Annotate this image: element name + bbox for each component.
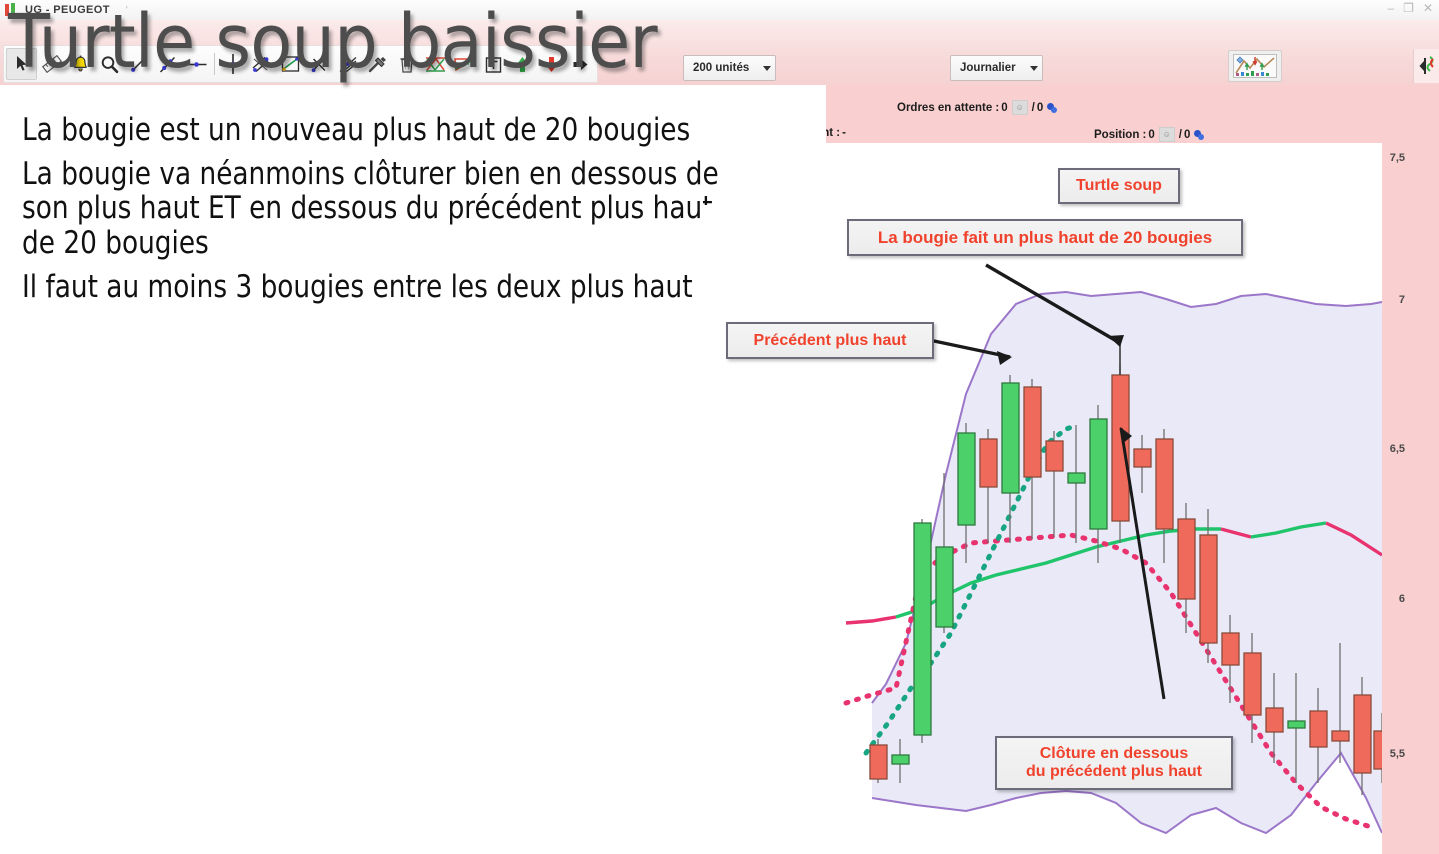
overlay-patch (700, 205, 862, 247)
position-dot-icon (1193, 129, 1205, 141)
timeframe-dropdown-value: Journalier (960, 62, 1016, 74)
position-label: Position : (1094, 128, 1147, 141)
price-axis-tick: 7 (1398, 294, 1405, 306)
chart-analysis-button[interactable] (1228, 50, 1282, 82)
slide-title: Turtle soup baissier (8, 0, 658, 85)
amount-value: - (842, 127, 846, 139)
pending-orders-separator: / (1031, 101, 1035, 114)
timeframe-dropdown[interactable]: Journalier (950, 55, 1043, 81)
position-separator: / (1178, 128, 1182, 141)
callout-previous-high: Précédent plus haut (726, 322, 934, 359)
application-window: UG - PEUGEOT ' – ❐ ✕ 200 unités Journali… (0, 0, 1439, 854)
callout-new-high: La bougie fait un plus haut de 20 bougie… (847, 219, 1243, 256)
pending-orders-count: 0 (1001, 101, 1008, 114)
slide-bullet: La bougie est un nouveau plus haut de 20… (22, 112, 691, 148)
price-axis: 7,5 7 6,5 6 5,5 (1382, 143, 1439, 854)
slide-bullet: La bougie va néanmoins clôturer bien en … (22, 155, 719, 262)
slide-body: La bougie est un nouveau plus haut de 20… (22, 113, 719, 314)
pending-orders-label: Ordres en attente : (897, 101, 1000, 114)
pending-orders-open: 0 (1036, 101, 1044, 114)
pending-orders-info: Ordres en attente : 0 ☺ / 0 (897, 100, 1058, 115)
slide-bullet: Il faut au moins 3 bougies entre les deu… (22, 268, 693, 305)
overlay-patch (576, 470, 722, 516)
callout-turtle-soup: Turtle soup (1058, 168, 1180, 204)
window-controls: – ❐ ✕ (1387, 2, 1433, 14)
side-panel-button[interactable] (1413, 49, 1439, 83)
chevron-down-icon (1029, 65, 1038, 71)
restore-button[interactable]: ❐ (1403, 2, 1414, 14)
price-axis-tick: 6 (1398, 593, 1405, 605)
position-value-b: 0 (1184, 128, 1191, 141)
close-button[interactable]: ✕ (1423, 2, 1433, 14)
position-info: Position : 0 ☺ / 0 (1094, 127, 1205, 142)
price-axis-tick: 5,5 (1389, 748, 1405, 760)
minimize-button[interactable]: – (1387, 2, 1394, 14)
price-axis-tick: 7,5 (1389, 152, 1405, 164)
person-icon: ☺ (1158, 127, 1175, 142)
position-value-a: 0 (1148, 128, 1155, 141)
person-icon: ☺ (1011, 100, 1028, 115)
callout-close-below: Clôture en dessous du précédent plus hau… (995, 736, 1233, 790)
chevron-down-icon (763, 65, 772, 71)
orders-dot-icon (1046, 102, 1058, 114)
price-axis-tick: 6,5 (1389, 443, 1405, 455)
